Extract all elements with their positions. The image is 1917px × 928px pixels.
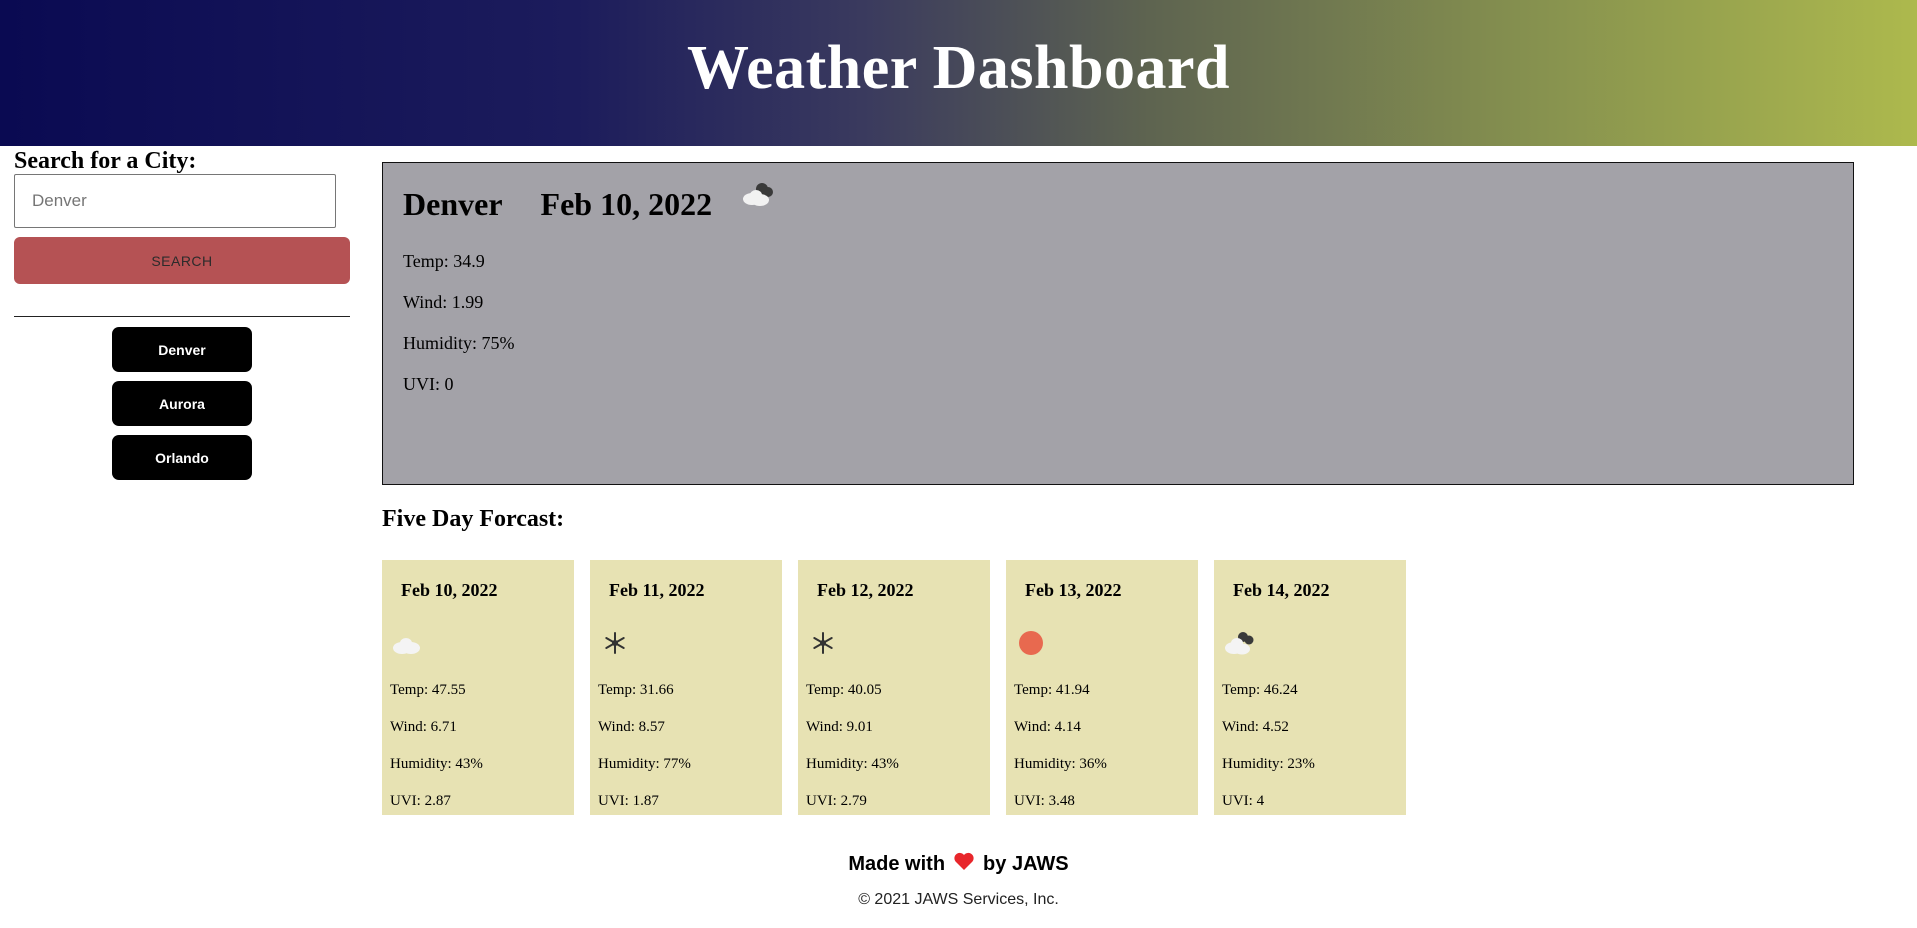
cloud-icon: [390, 628, 424, 658]
forecast-uvi: UVI: 2.79: [806, 793, 867, 809]
page-header: Weather Dashboard: [0, 0, 1917, 146]
forecast-stats: Temp: 31.66 Wind: 8.57 Humidity: 77% UVI…: [598, 672, 691, 820]
page-footer: Made with by JAWS © 2021 JAWS Services, …: [0, 851, 1917, 909]
made-with-text: Made with: [848, 852, 946, 875]
forecast-list: Feb 10, 2022 Temp: 47.55 Wind: 6.71 Humi…: [382, 560, 1422, 815]
search-history: Denver Aurora Orlando: [14, 327, 350, 489]
copyright: © 2021 JAWS Services, Inc.: [858, 891, 1059, 908]
forecast-stats: Temp: 47.55 Wind: 6.71 Humidity: 43% UVI…: [390, 672, 483, 820]
current-temp: Temp: 34.9: [403, 251, 485, 271]
forecast-stats: Temp: 46.24 Wind: 4.52 Humidity: 23% UVI…: [1222, 672, 1315, 820]
sidebar: Search for a City: SEARCH Denver Aurora …: [14, 146, 350, 489]
snow-icon: [806, 628, 840, 658]
forecast-wind: Wind: 6.71: [390, 719, 457, 735]
forecast-humidity: Humidity: 77%: [598, 756, 691, 772]
current-heading: Denver Feb 10, 2022: [403, 183, 778, 223]
forecast-card: Feb 12, 2022 Temp: 40.05 Wind: 9.01 Humi…: [798, 560, 990, 815]
sun-icon: [1014, 628, 1048, 658]
forecast-wind: Wind: 4.14: [1014, 719, 1081, 735]
forecast-uvi: UVI: 4: [1222, 793, 1265, 809]
forecast-uvi: UVI: 3.48: [1014, 793, 1075, 809]
forecast-temp: Temp: 40.05: [806, 682, 882, 698]
forecast-date: Feb 11, 2022: [609, 580, 705, 600]
search-input[interactable]: [14, 174, 336, 228]
forecast-humidity: Humidity: 43%: [806, 756, 899, 772]
current-humidity: Humidity: 75%: [403, 333, 515, 353]
forecast-card: Feb 10, 2022 Temp: 47.55 Wind: 6.71 Humi…: [382, 560, 574, 815]
forecast-date: Feb 12, 2022: [817, 580, 914, 600]
forecast-stats: Temp: 40.05 Wind: 9.01 Humidity: 43% UVI…: [806, 672, 899, 820]
forecast-wind: Wind: 9.01: [806, 719, 873, 735]
forecast-date: Feb 13, 2022: [1025, 580, 1122, 600]
forecast-card: Feb 14, 2022 Temp: 46.24 Wind: 4.52 Humi…: [1214, 560, 1406, 815]
forecast-temp: Temp: 47.55: [390, 682, 466, 698]
partly-cloudy-icon: [738, 179, 778, 216]
forecast-humidity: Humidity: 36%: [1014, 756, 1107, 772]
history-button-aurora[interactable]: Aurora: [112, 381, 252, 426]
forecast-temp: Temp: 46.24: [1222, 682, 1298, 698]
current-date: Feb 10, 2022: [540, 186, 713, 222]
page-title: Weather Dashboard: [686, 33, 1230, 102]
forecast-date: Feb 14, 2022: [1233, 580, 1330, 600]
current-stats: Temp: 34.9 Wind: 1.99 Humidity: 75% UVI:…: [403, 241, 515, 405]
forecast-uvi: UVI: 1.87: [598, 793, 659, 809]
history-button-denver[interactable]: Denver: [112, 327, 252, 372]
search-button[interactable]: SEARCH: [14, 237, 350, 284]
forecast-uvi: UVI: 2.87: [390, 793, 451, 809]
forecast-wind: Wind: 4.52: [1222, 719, 1289, 735]
partly-cloudy-icon: [1222, 628, 1256, 658]
forecast-humidity: Humidity: 23%: [1222, 756, 1315, 772]
forecast-temp: Temp: 41.94: [1014, 682, 1090, 698]
forecast-card: Feb 13, 2022 Temp: 41.94 Wind: 4.14 Humi…: [1006, 560, 1198, 815]
made-with-line: Made with by JAWS: [0, 851, 1917, 877]
current-uvi: UVI: 0: [403, 374, 454, 394]
search-title: Search for a City:: [14, 148, 197, 174]
current-weather-card: Denver Feb 10, 2022 Temp: 34.9 Wind: 1.9…: [382, 162, 1854, 485]
forecast-card: Feb 11, 2022 Temp: 31.66 Wind: 8.57 Humi…: [590, 560, 782, 815]
forecast-wind: Wind: 8.57: [598, 719, 665, 735]
snow-icon: [598, 628, 632, 658]
history-button-orlando[interactable]: Orlando: [112, 435, 252, 480]
made-by-text: by JAWS: [983, 852, 1069, 875]
current-wind: Wind: 1.99: [403, 292, 484, 312]
forecast-stats: Temp: 41.94 Wind: 4.14 Humidity: 36% UVI…: [1014, 672, 1107, 820]
divider: [14, 316, 350, 317]
forecast-humidity: Humidity: 43%: [390, 756, 483, 772]
heart-icon: [953, 851, 975, 877]
forecast-title: Five Day Forcast:: [382, 506, 565, 532]
current-city: Denver: [403, 186, 503, 222]
forecast-date: Feb 10, 2022: [401, 580, 498, 600]
forecast-temp: Temp: 31.66: [598, 682, 674, 698]
